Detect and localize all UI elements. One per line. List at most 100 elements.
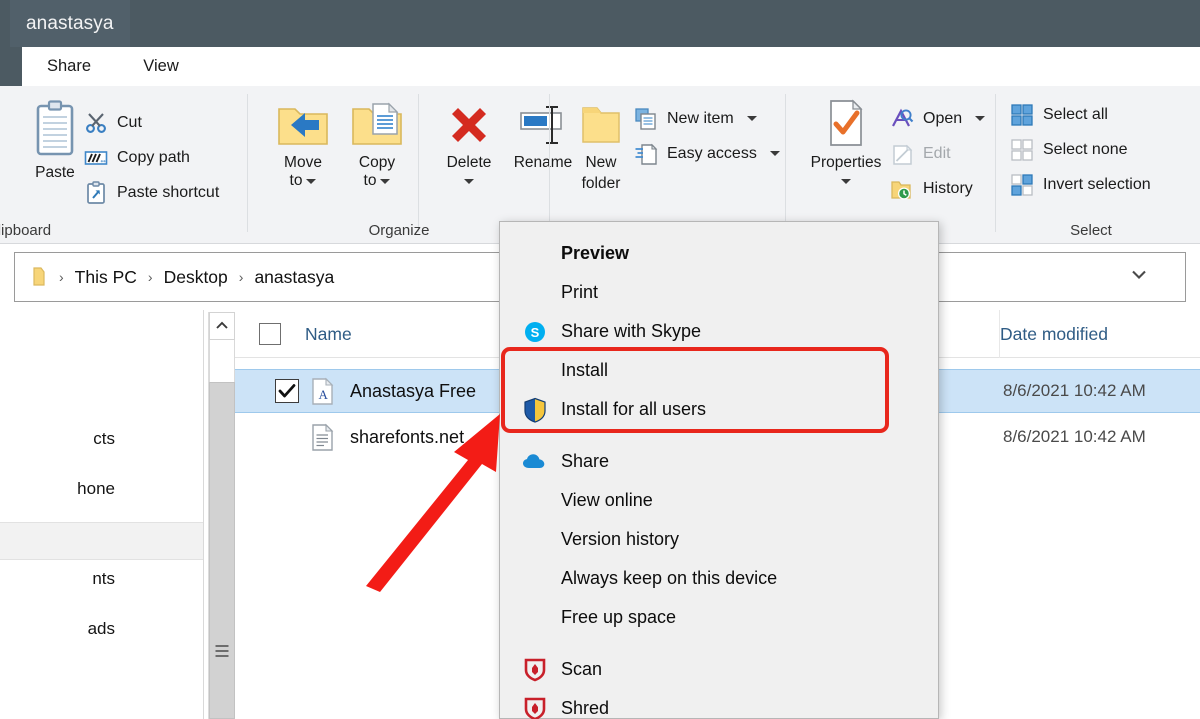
chevron-down-icon (746, 116, 757, 121)
invert-selection-icon (1010, 173, 1034, 197)
menu-item-shred[interactable]: Shred (500, 689, 938, 719)
edit-button[interactable]: Edit (890, 139, 951, 168)
tab-share[interactable]: Share (38, 47, 100, 86)
menu-item-free-up-space[interactable]: Free up space (500, 598, 938, 637)
scrollbar-grip-icon (215, 645, 229, 660)
scroll-up-button[interactable] (209, 312, 235, 340)
menu-item-always-keep-on-this-device[interactable]: Always keep on this device (500, 559, 938, 598)
open-app-icon (890, 107, 914, 131)
chevron-down-icon (975, 116, 986, 121)
scissors-icon (84, 111, 108, 135)
menu-item-install-for-all-users[interactable]: Install for all users (500, 390, 938, 429)
menu-item-share-with-skype[interactable]: S Share with Skype (500, 312, 938, 351)
paste-shortcut-label: Paste shortcut (117, 183, 220, 201)
select-none-button[interactable]: Select none (1010, 135, 1128, 164)
clipboard-icon (30, 100, 80, 160)
mcafee-shield-icon (520, 697, 550, 719)
menu-item-label: Install (561, 360, 609, 380)
menu-item-share[interactable]: Share (500, 442, 938, 481)
folder-copy-icon (349, 100, 405, 150)
context-menu: Preview Print S Share with Skype Install (499, 221, 939, 719)
file-date-modified: 8/6/2021 10:42 AM (1003, 381, 1146, 400)
file-name: Anastasya Free (350, 380, 477, 401)
breadcrumb-desktop[interactable]: Desktop (153, 267, 239, 288)
scrollbar-thumb[interactable] (209, 382, 235, 719)
file-name: sharefonts.net (350, 426, 465, 447)
history-folder-clock-icon (890, 177, 914, 201)
delete-dropdown[interactable] (464, 172, 474, 190)
easy-access-label: Easy access (667, 144, 757, 162)
new-item-button[interactable]: New item (634, 104, 757, 133)
menu-item-label: Always keep on this device (561, 568, 778, 588)
tab-share-label: Share (46, 57, 92, 75)
open-button[interactable]: Open (890, 104, 986, 133)
ribbon-group-select-title: Select (1070, 222, 1112, 239)
ribbon-group-select: Select all Select none Invert selection … (996, 86, 1200, 244)
menu-item-preview[interactable]: Preview (500, 234, 938, 273)
open-label: Open (923, 109, 963, 127)
checkmark-icon (278, 384, 296, 398)
menu-item-version-history[interactable]: Version history (500, 520, 938, 559)
paste-shortcut-button[interactable]: Paste shortcut (84, 178, 219, 207)
properties-dropdown[interactable] (841, 172, 851, 190)
easy-access-icon (634, 142, 658, 166)
text-file-icon (308, 422, 338, 452)
select-all-button[interactable]: Select all (1010, 100, 1108, 129)
menu-item-scan[interactable]: Scan (500, 650, 938, 689)
paste-shortcut-icon (84, 180, 108, 205)
copy-to-button[interactable]: Copy to (334, 100, 420, 190)
ribbon-group-clipboard: Paste Cut Copy path Paste shortcut ipboa… (0, 86, 248, 244)
nav-item-1[interactable]: hone (0, 470, 203, 508)
menu-item-view-online[interactable]: View online (500, 481, 938, 520)
file-date-modified: 8/6/2021 10:42 AM (1003, 427, 1146, 446)
select-all-checkbox[interactable] (259, 323, 281, 345)
copy-path-button[interactable]: Copy path (84, 143, 190, 172)
copy-to-label-line2: to (364, 172, 391, 189)
menu-item-label: Install for all users (561, 399, 707, 419)
breadcrumb-this-pc[interactable]: This PC (64, 267, 148, 288)
row-checkbox[interactable] (275, 379, 299, 403)
menu-item-label: Version history (561, 529, 680, 549)
nav-item-label: nts (92, 569, 115, 588)
nav-item-3[interactable]: nts (0, 560, 203, 598)
nav-item-0[interactable]: cts (0, 420, 203, 458)
nav-item-4[interactable]: ads (0, 610, 203, 648)
paste-label: Paste (35, 164, 75, 181)
tab-view[interactable]: View (135, 47, 187, 86)
select-none-label: Select none (1043, 140, 1128, 158)
copy-path-icon (84, 146, 108, 170)
properties-label: Properties (810, 154, 882, 171)
menu-separator (500, 637, 938, 650)
menu-item-label: Print (561, 282, 599, 302)
new-folder-button[interactable]: New folder (558, 100, 644, 193)
nav-item-2-selected[interactable] (0, 522, 203, 560)
folder-icon[interactable] (27, 265, 53, 289)
breadcrumb-anastasya[interactable]: anastasya (243, 267, 345, 288)
column-header-date-modified[interactable]: Date modified (1000, 310, 1200, 358)
font-file-icon: A (308, 376, 338, 406)
menu-item-label: Scan (561, 659, 603, 679)
select-all-icon (1010, 103, 1034, 127)
history-button[interactable]: History (890, 174, 973, 203)
properties-button[interactable]: Properties (794, 98, 898, 190)
easy-access-button[interactable]: Easy access (634, 139, 780, 168)
menu-item-label: View online (561, 490, 653, 510)
onedrive-cloud-icon (520, 453, 550, 471)
skype-icon: S (520, 320, 550, 344)
window-tab[interactable]: anastasya (10, 0, 130, 47)
ribbon-tabstrip-sheet (22, 47, 1200, 86)
scrollbar-track[interactable] (209, 340, 235, 382)
vertical-scrollbar[interactable] (208, 312, 235, 719)
chevron-down-icon[interactable] (1129, 268, 1149, 287)
menu-item-print[interactable]: Print (500, 273, 938, 312)
chevron-down-icon (306, 178, 317, 184)
properties-checkmark-icon (822, 98, 870, 150)
move-to-label-line2: to (290, 172, 317, 189)
cut-button[interactable]: Cut (84, 108, 142, 137)
select-none-icon (1010, 138, 1034, 162)
menu-item-install[interactable]: Install (500, 351, 938, 390)
nav-item-label: ads (87, 619, 115, 638)
chevron-down-icon (769, 151, 780, 156)
nav-item-label: hone (77, 479, 115, 498)
invert-selection-button[interactable]: Invert selection (1010, 170, 1151, 199)
